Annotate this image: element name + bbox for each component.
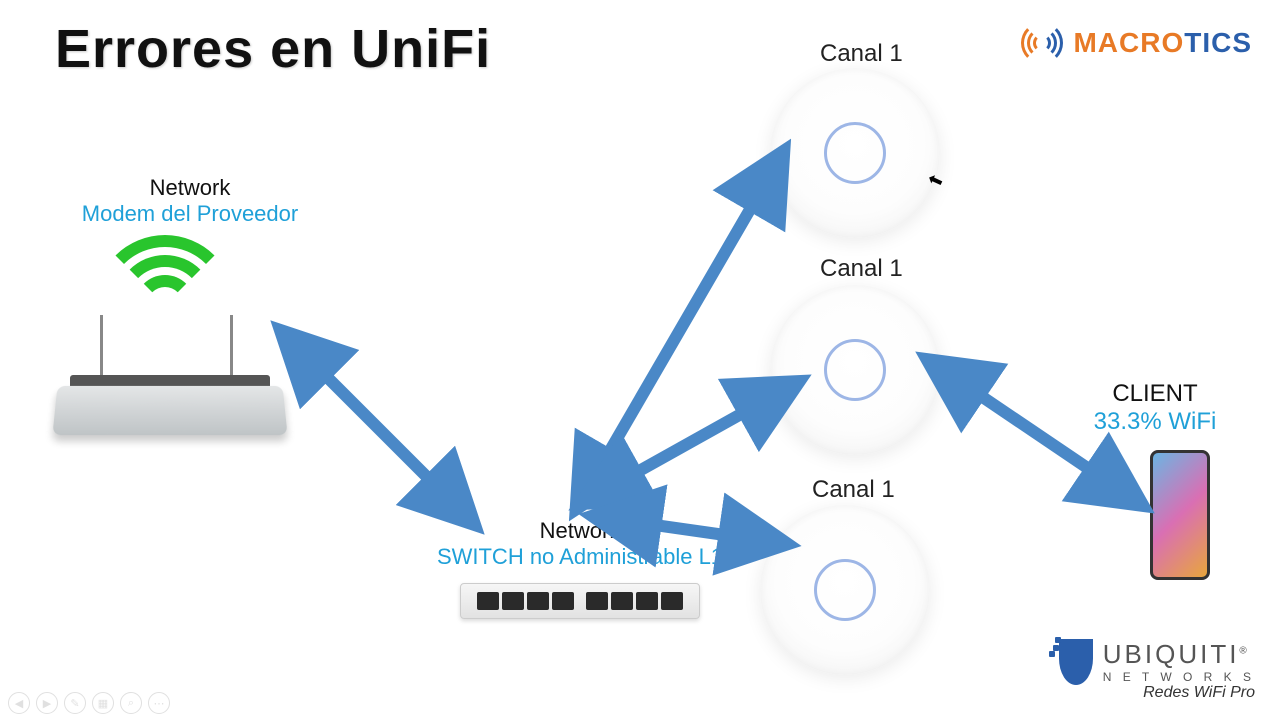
player-controls: ◀ ▶ ✎ ▦ ⌕ ⋯	[8, 692, 170, 714]
client-label-1: CLIENT	[1070, 380, 1240, 408]
prev-icon[interactable]: ◀	[8, 692, 30, 714]
switch-label-2: SWITCH no Administrable L1	[420, 544, 740, 570]
modem-label-2: Modem del Proveedor	[70, 201, 310, 227]
client-label-2: 33.3% WiFi	[1070, 408, 1240, 436]
macrotics-logo: MACROTICS	[1021, 22, 1252, 64]
ap1-icon	[770, 68, 940, 238]
ubiquiti-mark-icon	[1059, 639, 1093, 685]
layers-icon[interactable]: ▦	[92, 692, 114, 714]
client-labels: CLIENT 33.3% WiFi	[1070, 380, 1240, 436]
pen-icon[interactable]: ✎	[64, 692, 86, 714]
play-icon[interactable]: ▶	[36, 692, 58, 714]
modem-label-1: Network	[70, 175, 310, 201]
more-icon[interactable]: ⋯	[148, 692, 170, 714]
switch-label-1: Network	[420, 518, 740, 544]
slide-title: Errores en UniFi	[55, 18, 491, 80]
ap1-label: Canal 1	[820, 40, 903, 68]
zoom-icon[interactable]: ⌕	[120, 692, 142, 714]
ap3-icon	[760, 505, 930, 675]
ap2-icon	[770, 285, 940, 455]
wave-icon	[1021, 22, 1063, 64]
modem-labels: Network Modem del Proveedor	[70, 175, 310, 227]
switch-icon	[460, 583, 700, 619]
ap2-label: Canal 1	[820, 255, 903, 283]
ubiquiti-sub: N E T W O R K S	[1103, 670, 1255, 684]
ubiquiti-logo: UBIQUITI® N E T W O R K S Redes WiFi Pro	[1059, 639, 1255, 702]
ubiquiti-wordmark: UBIQUITI®	[1103, 639, 1255, 670]
client-phone-icon	[1150, 450, 1210, 580]
ubiquiti-tag: Redes WiFi Pro	[1103, 684, 1255, 702]
macrotics-wordmark: MACROTICS	[1073, 27, 1252, 59]
switch-labels: Network SWITCH no Administrable L1	[420, 518, 740, 570]
modem-icon	[55, 305, 285, 435]
ap3-label: Canal 1	[812, 476, 895, 504]
